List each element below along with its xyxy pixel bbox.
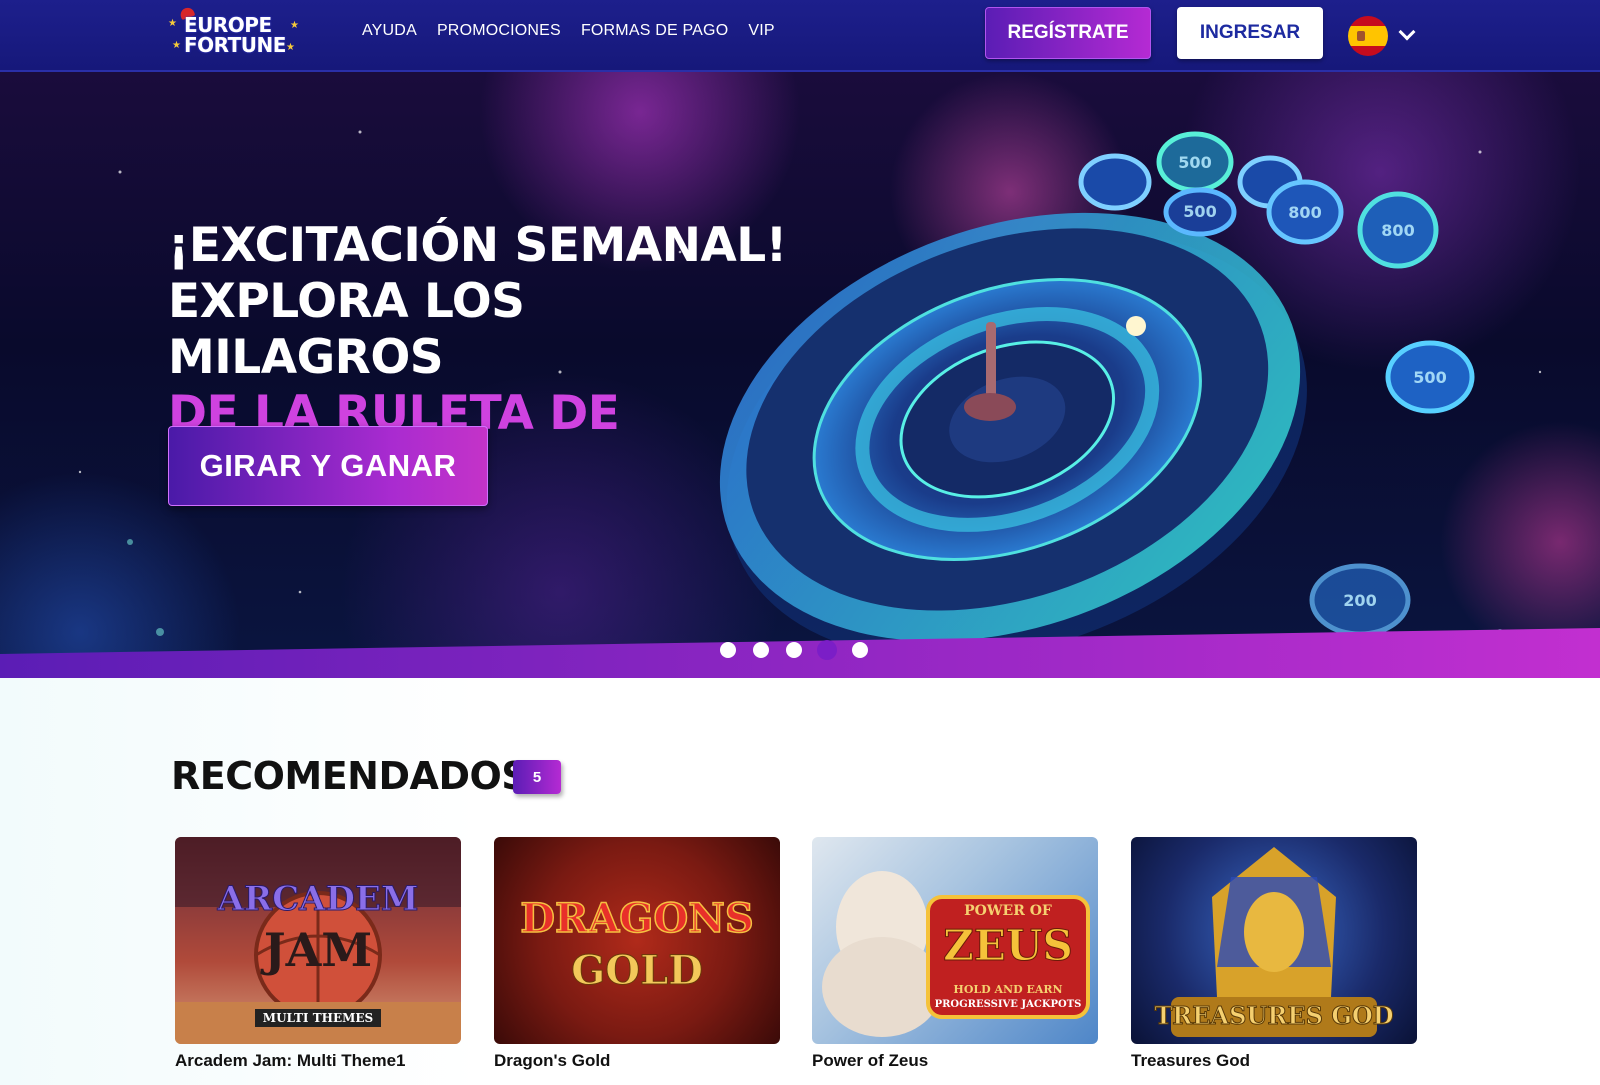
nav-formas-de-pago[interactable]: FORMAS DE PAGO bbox=[581, 22, 728, 40]
carousel-dot-3[interactable] bbox=[786, 642, 802, 658]
art-title-1: TREASURES GOD bbox=[1154, 1001, 1394, 1031]
art-title-2: JAM bbox=[263, 923, 373, 977]
game-name[interactable]: Treasures God bbox=[1131, 1051, 1417, 1071]
game-thumbnail[interactable]: DRAGONS GOLD bbox=[494, 837, 780, 1044]
game-thumbnail[interactable]: ARCADEM JAM MULTI THEMES bbox=[175, 837, 461, 1044]
art-title-1: POWER OF bbox=[964, 903, 1052, 919]
star-icon: ★ bbox=[286, 42, 295, 53]
svg-text:500: 500 bbox=[1178, 153, 1211, 172]
nav-vip[interactable]: VIP bbox=[748, 22, 774, 40]
chevron-down-icon bbox=[1398, 23, 1416, 41]
spin-and-win-button[interactable]: GIRAR Y GANAR bbox=[168, 426, 488, 506]
game-card[interactable]: TREASURES GOD Treasures God bbox=[1131, 837, 1417, 1071]
hero-line-1: ¡EXCITACIÓN SEMANAL! bbox=[168, 218, 787, 273]
game-name[interactable]: Dragon's Gold bbox=[494, 1051, 780, 1071]
carousel-dot-4[interactable] bbox=[817, 640, 837, 660]
recommended-title: RECOMENDADOS bbox=[171, 754, 529, 798]
art-title-2: ZEUS bbox=[943, 921, 1074, 971]
svg-text:500: 500 bbox=[1183, 202, 1216, 221]
carousel-dots bbox=[720, 640, 870, 662]
game-card[interactable]: DRAGONS GOLD Dragon's Gold bbox=[494, 837, 780, 1071]
site-header: ★ ★ ★ ★ EUROPE FORTUNE AYUDA PROMOCIONES… bbox=[0, 0, 1600, 72]
art-tag-1: HOLD AND EARN bbox=[953, 983, 1063, 996]
recommended-count-badge: 5 bbox=[513, 760, 561, 794]
svg-text:800: 800 bbox=[1288, 203, 1321, 222]
art-title-1: ARCADEM bbox=[217, 879, 419, 920]
art-tag: MULTI THEMES bbox=[255, 1009, 381, 1027]
game-thumbnail[interactable]: POWER OF ZEUS HOLD AND EARN PROGRESSIVE … bbox=[812, 837, 1098, 1044]
svg-text:500: 500 bbox=[1413, 368, 1446, 387]
game-card[interactable]: ARCADEM JAM MULTI THEMES Arcadem Jam: Mu… bbox=[175, 837, 461, 1071]
game-name[interactable]: Arcadem Jam: Multi Theme1 bbox=[175, 1051, 461, 1071]
flag-emblem bbox=[1357, 31, 1365, 41]
recommended-section: RECOMENDADOS 5 ARCADEM JAM MULTI THEMES … bbox=[0, 678, 1600, 1085]
hero-banner: 500 500 800 800 500 200 ¡EXCITACIÓN SEMA… bbox=[0, 72, 1600, 678]
main-nav: AYUDA PROMOCIONES FORMAS DE PAGO VIP bbox=[362, 22, 775, 40]
art-tag-2: PROGRESSIVE JACKPOTS bbox=[934, 999, 1082, 1010]
nav-ayuda[interactable]: AYUDA bbox=[362, 22, 417, 40]
carousel-dot-5[interactable] bbox=[852, 642, 868, 658]
spain-flag-icon bbox=[1348, 16, 1388, 56]
nav-promociones[interactable]: PROMOCIONES bbox=[437, 22, 561, 40]
star-icon: ★ bbox=[290, 20, 299, 31]
star-icon: ★ bbox=[168, 18, 177, 29]
login-button[interactable]: INGRESAR bbox=[1177, 7, 1323, 59]
europe-fortune-logo[interactable]: ★ ★ ★ ★ EUROPE FORTUNE bbox=[168, 5, 304, 62]
logo-line-2: FORTUNE bbox=[184, 33, 286, 57]
game-thumbnail[interactable]: TREASURES GOD bbox=[1131, 837, 1417, 1044]
game-name[interactable]: Power of Zeus bbox=[812, 1051, 1098, 1071]
game-card[interactable]: POWER OF ZEUS HOLD AND EARN PROGRESSIVE … bbox=[812, 837, 1098, 1071]
art-title-2: GOLD bbox=[571, 947, 704, 995]
hero-line-2: EXPLORA LOS MILAGROS bbox=[168, 274, 525, 385]
language-selector[interactable] bbox=[1348, 16, 1420, 56]
star-icon: ★ bbox=[172, 40, 181, 51]
register-button[interactable]: REGÍSTRATE bbox=[985, 7, 1151, 59]
art-title-1: DRAGONS bbox=[520, 894, 755, 943]
carousel-dot-2[interactable] bbox=[753, 642, 769, 658]
svg-text:200: 200 bbox=[1343, 591, 1376, 610]
svg-text:800: 800 bbox=[1381, 221, 1414, 240]
carousel-dot-1[interactable] bbox=[720, 642, 736, 658]
